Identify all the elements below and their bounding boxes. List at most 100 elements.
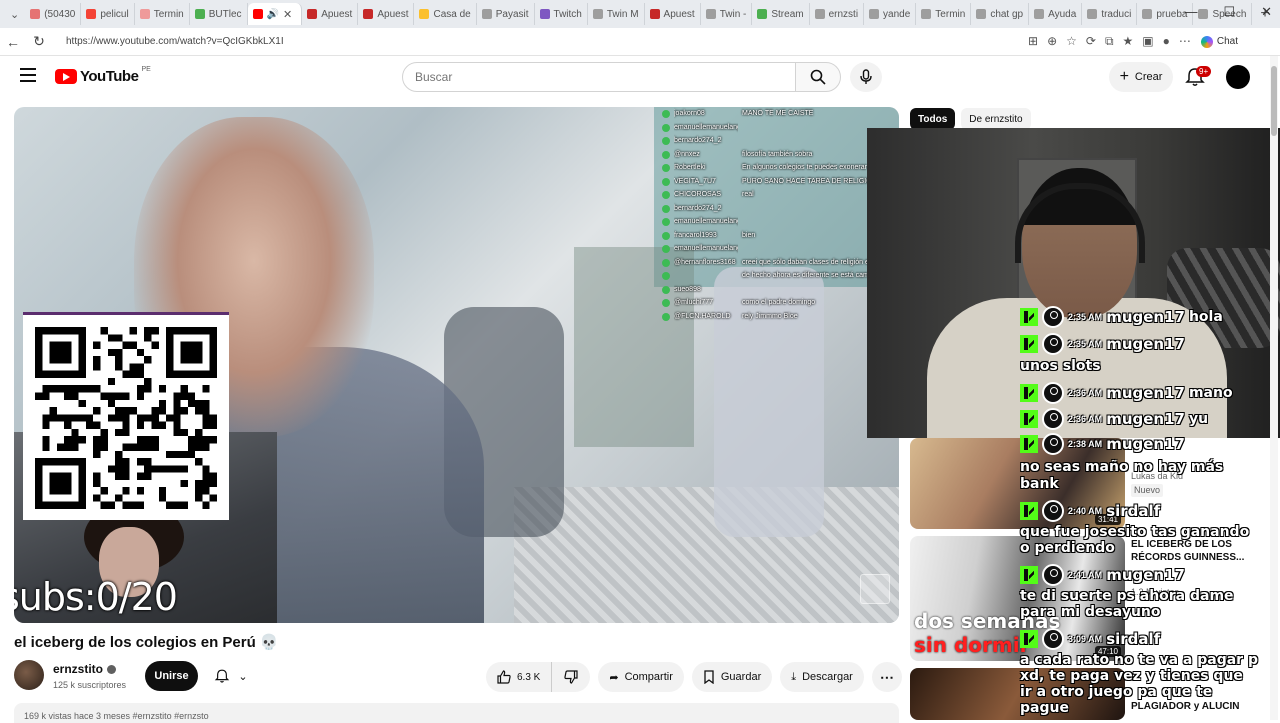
video-player[interactable]: joakorn08 MANO TE ME CAISTE emanuellemanue… bbox=[14, 107, 899, 623]
stream-chat-message: @mluchi777 como el padre domingo bbox=[662, 296, 899, 310]
extensions-icon[interactable]: ⟳ bbox=[1086, 34, 1096, 49]
back-icon[interactable]: ← bbox=[0, 34, 26, 50]
description-box[interactable]: 169 k vistas hace 3 meses #ernzstito #er… bbox=[14, 703, 899, 723]
browser-tab[interactable]: Twin - bbox=[701, 3, 753, 25]
share-icon: ➦ bbox=[609, 671, 619, 684]
tab-favicon-icon bbox=[1142, 9, 1153, 19]
browser-tab[interactable]: Casa de bbox=[414, 3, 477, 25]
search-input[interactable] bbox=[402, 62, 796, 92]
browser-tab[interactable]: BUTlec bbox=[190, 3, 248, 25]
tab-favicon-icon bbox=[757, 9, 768, 19]
rec3-title[interactable]: PLAGIADOR y ALUCIN bbox=[1131, 700, 1251, 713]
browser-tab[interactable]: chat gp bbox=[971, 3, 1030, 25]
browser-tab[interactable]: Apuest bbox=[302, 3, 359, 25]
chat-badge-icon bbox=[662, 191, 670, 199]
chip-from-channel[interactable]: De ernzstito bbox=[961, 108, 1031, 130]
chip-all[interactable]: Todos bbox=[910, 108, 956, 130]
thumbs-up-icon bbox=[497, 670, 511, 684]
maximize-icon[interactable]: ☐ bbox=[1223, 4, 1235, 20]
dislike-button[interactable] bbox=[552, 662, 590, 692]
browser-tab[interactable]: yande bbox=[864, 3, 917, 25]
channel-avatar[interactable] bbox=[14, 660, 44, 690]
create-button[interactable]: + Crear bbox=[1109, 62, 1173, 92]
youtube-play-icon bbox=[55, 69, 77, 84]
more-icon[interactable]: ⋯ bbox=[1179, 34, 1191, 49]
tab-label: Twitch bbox=[553, 8, 582, 20]
browser-tab[interactable]: pelicul bbox=[81, 3, 135, 25]
kick-logo-icon bbox=[1020, 502, 1038, 520]
browser-tab[interactable]: traduci bbox=[1082, 3, 1138, 25]
chat-username: VEGITA_7U7 bbox=[674, 177, 716, 185]
menu-icon[interactable] bbox=[20, 68, 36, 82]
chat-username: bernardo274_2 bbox=[674, 204, 722, 212]
page-scrollbar[interactable] bbox=[1270, 56, 1278, 720]
chat-badge-icon bbox=[662, 285, 670, 294]
split-screen-icon[interactable]: ⧉ bbox=[1105, 34, 1114, 49]
tab-favicon-icon bbox=[481, 9, 492, 19]
browser-tab[interactable]: Apuest bbox=[645, 3, 701, 25]
channel-watermark-icon[interactable] bbox=[860, 574, 890, 604]
stream-chat-message: @hernanflores3168 creei que sólo daban cl… bbox=[662, 256, 899, 270]
join-button[interactable]: Unirse bbox=[145, 661, 198, 691]
browser-tab[interactable]: Twin M bbox=[588, 3, 645, 25]
region-code: PE bbox=[141, 66, 151, 73]
collections-icon[interactable]: ▣ bbox=[1142, 34, 1153, 49]
chat-time: 2:40 AM bbox=[1068, 506, 1103, 516]
tab-label: Twin - bbox=[719, 8, 747, 20]
chat-time: 3:09 AM bbox=[1068, 634, 1103, 644]
reload-icon[interactable]: ↻ bbox=[26, 33, 52, 50]
browser-tab[interactable]: 🔊 ✕ bbox=[247, 3, 303, 25]
browser-tab[interactable]: (50430 bbox=[25, 3, 82, 25]
tab-label: Twin M bbox=[606, 8, 639, 20]
copilot-button[interactable]: Chat bbox=[1200, 35, 1238, 48]
chat-username: francarol1993 bbox=[674, 231, 717, 239]
tab-audio-icon[interactable]: 🔊 bbox=[267, 9, 279, 20]
like-button[interactable]: 6.3 K bbox=[486, 662, 553, 692]
browser-tab[interactable]: ernzsti bbox=[810, 3, 865, 25]
browser-tab[interactable]: Termin bbox=[916, 3, 972, 25]
chat-text: que fue josesito tas ganando bbox=[1020, 524, 1250, 540]
browser-tab[interactable]: Apuest bbox=[358, 3, 415, 25]
tab-label: BUTlec bbox=[208, 8, 242, 20]
subscription-bell-button[interactable]: ⌄ bbox=[205, 661, 257, 691]
share-button[interactable]: ➦ Compartir bbox=[598, 662, 684, 692]
save-button[interactable]: Guardar bbox=[691, 662, 773, 692]
more-actions-button[interactable]: ⋯ bbox=[871, 662, 902, 692]
tab-close-icon[interactable]: ✕ bbox=[283, 8, 292, 21]
browser-tab[interactable]: Stream bbox=[752, 3, 810, 25]
user-avatar[interactable] bbox=[1226, 65, 1250, 89]
chat-username bbox=[674, 269, 738, 283]
favorite-star-icon[interactable]: ☆ bbox=[1066, 34, 1077, 49]
close-window-icon[interactable]: ✕ bbox=[1261, 4, 1272, 20]
scrollbar-thumb[interactable] bbox=[1271, 66, 1277, 136]
minimize-icon[interactable]: — bbox=[1184, 4, 1197, 20]
browser-tab[interactable]: Twitch bbox=[535, 3, 588, 25]
browser-tab[interactable]: Termin bbox=[135, 3, 190, 25]
tab-list-chevron-icon[interactable]: ⌄ bbox=[4, 8, 25, 21]
microphone-icon bbox=[860, 69, 872, 84]
chat-badge-icon bbox=[662, 177, 670, 186]
rec2-title[interactable]: EL ICEBERG DE LOS RÉCORDS GUINNESS... bbox=[1131, 538, 1251, 564]
chat-time: 2:35 AM bbox=[1068, 312, 1103, 322]
url-field[interactable]: https://www.youtube.com/watch?v=QcIGKbkL… bbox=[58, 31, 1018, 53]
like-count: 6.3 K bbox=[517, 671, 541, 683]
voice-search-button[interactable] bbox=[850, 62, 882, 92]
kick-chat-header: 2:36 AM mugen17 mano bbox=[1020, 382, 1233, 404]
chat-text: rely Jimmmo Bloe bbox=[742, 312, 798, 320]
search-button[interactable] bbox=[795, 62, 841, 92]
tab-label: Termin bbox=[153, 8, 184, 20]
apps-icon[interactable]: ⊞ bbox=[1028, 34, 1038, 49]
zoom-icon[interactable]: ⊕ bbox=[1047, 34, 1057, 49]
kick-chat-header: 2:41 AM mugen17 bbox=[1020, 564, 1185, 586]
browser-tab[interactable]: Ayuda bbox=[1029, 3, 1083, 25]
profile-icon[interactable]: ● bbox=[1163, 34, 1170, 49]
video-actions: 6.3 K ➦ Compartir Guardar ⤓ Descargar ⋯ bbox=[486, 662, 902, 692]
channel-name-row[interactable]: ernzstito bbox=[53, 662, 117, 676]
youtube-logo[interactable]: YouTube PE bbox=[55, 66, 151, 85]
tab-favicon-icon bbox=[869, 9, 880, 19]
stream-chat-overlay: joakorn08 MANO TE ME CAISTE emanuellemanue… bbox=[662, 107, 899, 347]
chat-text: te di suerte ps ahora dame bbox=[1020, 588, 1234, 604]
download-button[interactable]: ⤓ Descargar bbox=[780, 662, 864, 692]
favorites-icon[interactable]: ★ bbox=[1123, 34, 1134, 49]
browser-tab[interactable]: Payasit bbox=[477, 3, 535, 25]
